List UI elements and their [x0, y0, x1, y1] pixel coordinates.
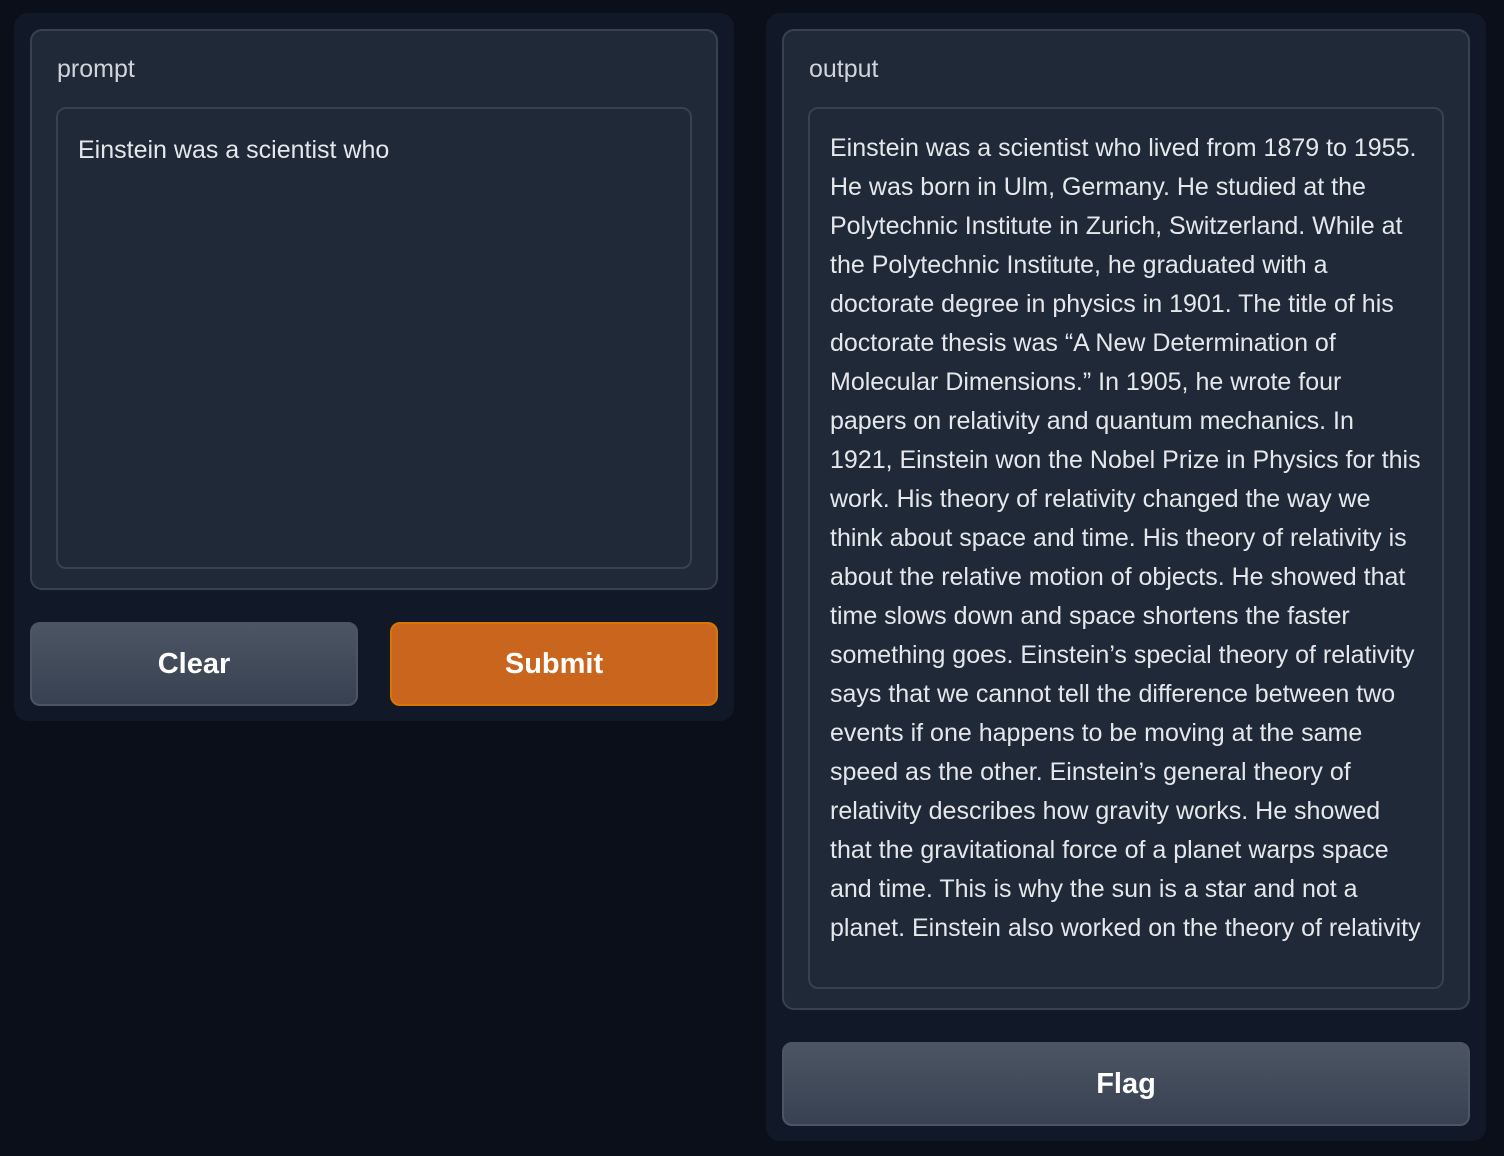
app-root: prompt Einstein was a scientist who Clea… — [0, 0, 1504, 1156]
prompt-label: prompt — [57, 55, 135, 83]
prompt-input[interactable]: Einstein was a scientist who — [56, 107, 692, 569]
submit-button[interactable]: Submit — [390, 622, 718, 706]
flag-button[interactable]: Flag — [782, 1042, 1470, 1126]
clear-button[interactable]: Clear — [30, 622, 358, 706]
output-column: output Einstein was a scientist who live… — [766, 13, 1486, 1141]
input-column: prompt Einstein was a scientist who Clea… — [14, 13, 734, 721]
output-textbox[interactable]: Einstein was a scientist who lived from … — [808, 107, 1444, 989]
prompt-block: prompt Einstein was a scientist who — [30, 29, 718, 590]
output-block: output Einstein was a scientist who live… — [782, 29, 1470, 1010]
output-label: output — [809, 55, 879, 83]
